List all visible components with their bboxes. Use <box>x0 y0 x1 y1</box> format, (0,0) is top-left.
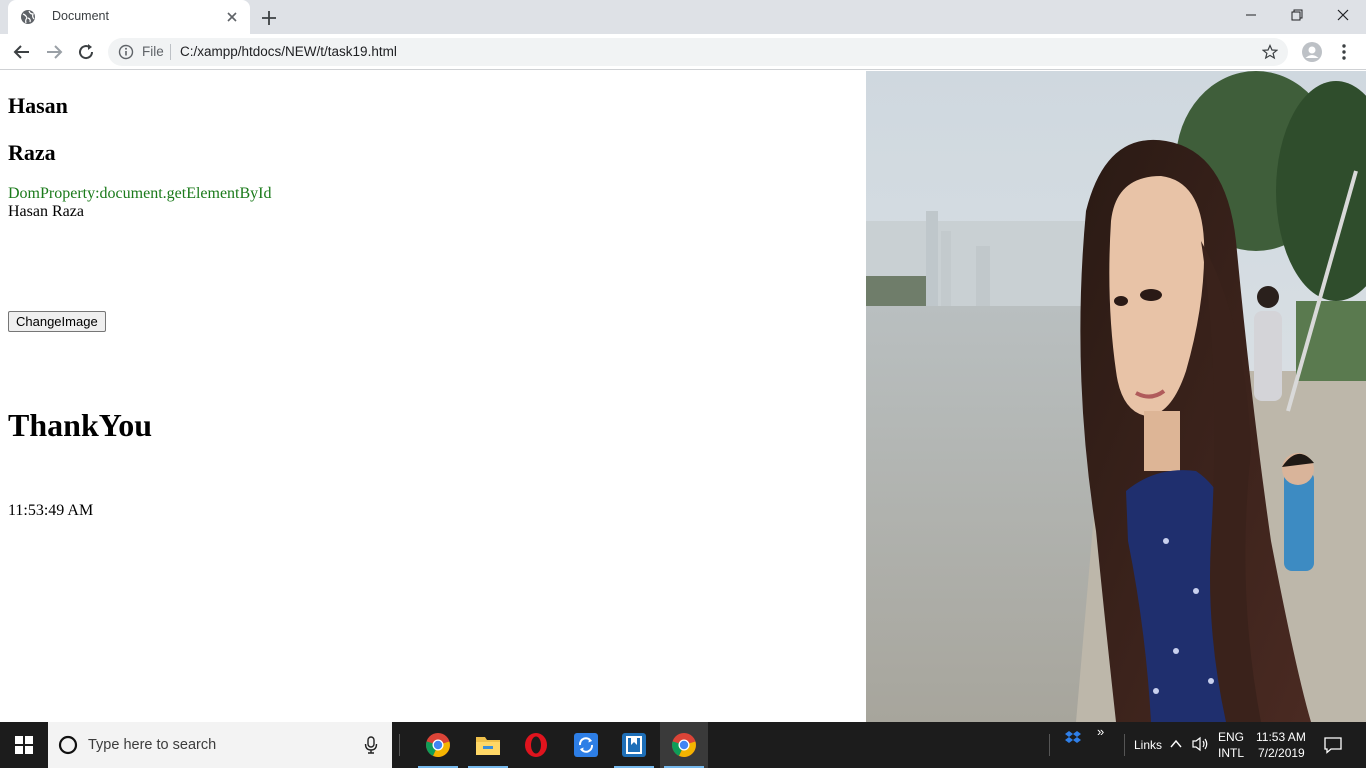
last-name-heading: Raza <box>8 140 56 165</box>
full-name-text: Hasan Raza <box>8 203 84 220</box>
browser-tab-strip: Document <box>0 0 1366 34</box>
chrome-icon <box>672 733 696 757</box>
chrome-icon <box>426 733 450 757</box>
profile-avatar-icon[interactable] <box>1302 42 1322 62</box>
forward-button[interactable] <box>42 40 66 64</box>
dom-property-label: DomProperty:document.getElementById <box>8 185 272 202</box>
tab-close-icon[interactable] <box>224 9 240 25</box>
language-code[interactable]: ENG <box>1218 730 1244 744</box>
first-name-heading: Hasan <box>8 93 68 118</box>
editor-app-icon <box>622 733 646 757</box>
opera-icon <box>525 733 547 757</box>
portrait-photo-illustration <box>866 71 1366 722</box>
taskbar-divider <box>399 734 400 756</box>
kebab-menu-icon[interactable] <box>1336 42 1352 62</box>
dropbox-icon[interactable] <box>1064 730 1082 746</box>
notification-icon[interactable] <box>1324 736 1342 754</box>
info-icon[interactable] <box>118 44 134 60</box>
clock-time: 11:53:49 AM <box>8 502 94 519</box>
folder-icon <box>476 737 500 755</box>
taskbar-date[interactable]: 7/2/2019 <box>1258 746 1305 760</box>
links-toolbar-label[interactable]: Links <box>1134 738 1162 752</box>
url-text[interactable]: C:/xampp/htdocs/NEW/t/task19.html <box>180 44 397 59</box>
reload-icon <box>79 44 94 60</box>
microphone-icon[interactable] <box>364 736 378 754</box>
chevron-right-icon[interactable]: » <box>1097 724 1104 739</box>
portrait-photo <box>866 71 1366 722</box>
globe-icon <box>21 10 35 24</box>
bookmark-star-icon[interactable] <box>1262 44 1278 60</box>
search-placeholder: Type here to search <box>88 737 217 753</box>
taskbar-search-box[interactable]: Type here to search <box>48 722 392 768</box>
new-tab-icon[interactable] <box>258 7 280 29</box>
reload-button[interactable] <box>74 40 98 64</box>
back-arrow-icon <box>13 45 29 59</box>
chevron-up-icon[interactable] <box>1170 739 1182 749</box>
taskbar-editor-app[interactable] <box>610 722 658 768</box>
restore-icon <box>1291 9 1303 21</box>
close-window-button[interactable] <box>1320 0 1366 30</box>
address-bar[interactable]: File C:/xampp/htdocs/NEW/t/task19.html <box>108 38 1288 66</box>
minimize-button[interactable] <box>1228 0 1274 30</box>
taskbar-chrome-active[interactable] <box>660 722 708 768</box>
start-button[interactable] <box>0 722 48 768</box>
tray-divider <box>1049 734 1050 756</box>
page-viewport: Hasan Raza DomProperty:document.getEleme… <box>0 71 1366 722</box>
change-image-button[interactable]: ChangeImage <box>8 311 106 332</box>
omnibox-divider <box>170 44 171 60</box>
browser-toolbar: File C:/xampp/htdocs/NEW/t/task19.html <box>0 34 1366 70</box>
cortana-circle-icon <box>58 735 78 755</box>
browser-tab[interactable]: Document <box>8 0 250 34</box>
restore-button[interactable] <box>1274 0 1320 30</box>
sync-app-icon <box>574 733 598 757</box>
url-scheme-label: File <box>142 44 164 59</box>
close-icon <box>1337 9 1349 21</box>
windows-taskbar: Type here to search » Links ENG INTL 11:… <box>0 722 1366 768</box>
keyboard-layout[interactable]: INTL <box>1218 746 1244 760</box>
taskbar-opera[interactable] <box>512 722 560 768</box>
taskbar-time[interactable]: 11:53 AM <box>1256 730 1306 744</box>
volume-icon[interactable] <box>1192 736 1210 752</box>
taskbar-sync-app[interactable] <box>562 722 610 768</box>
minimize-icon <box>1246 14 1256 16</box>
tab-title: Document <box>52 9 109 23</box>
thank-you-heading: ThankYou <box>8 407 153 443</box>
windows-logo-icon <box>15 736 33 754</box>
taskbar-file-explorer[interactable] <box>464 722 512 768</box>
back-button[interactable] <box>10 40 34 64</box>
taskbar-chrome[interactable] <box>414 722 462 768</box>
forward-arrow-icon <box>47 45 63 59</box>
tray-divider <box>1124 734 1125 756</box>
